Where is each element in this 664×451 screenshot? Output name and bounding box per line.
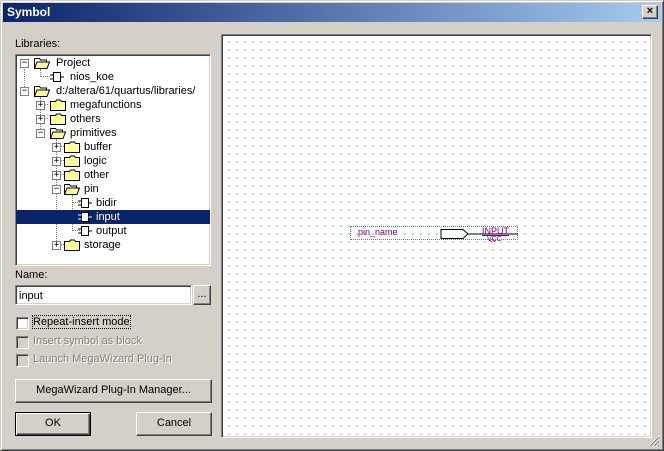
close-icon: × xyxy=(646,5,654,17)
tree-item-nios-koe[interactable]: nios_koe xyxy=(16,70,210,84)
pin-name-label: pin_name xyxy=(358,227,398,237)
tree-item-label: other xyxy=(84,169,110,181)
repeat-insert-label[interactable]: Repeat-insert mode xyxy=(32,315,131,329)
expand-icon[interactable]: + xyxy=(36,115,45,124)
tree-item-label: d:/altera/61/quartus/libraries/ xyxy=(56,85,196,97)
resize-grip-icon[interactable] xyxy=(648,435,660,447)
collapse-icon[interactable]: − xyxy=(36,129,45,138)
insert-block-label: Insert symbol as block xyxy=(33,335,142,347)
browse-button-label: ... xyxy=(197,288,207,300)
tree-item-logic[interactable]: + logic xyxy=(16,154,210,168)
collapse-icon[interactable]: − xyxy=(20,59,29,68)
tree-item-buffer[interactable]: + buffer xyxy=(16,140,210,154)
name-input[interactable] xyxy=(19,288,187,303)
open-folder-icon xyxy=(64,184,80,195)
folder-icon xyxy=(64,141,80,153)
launch-megawizard-label: Launch MegaWizard Plug-In xyxy=(33,353,172,365)
tree-item-bidir[interactable]: bidir xyxy=(16,196,210,210)
symbol-icon xyxy=(50,72,64,82)
browse-button[interactable]: ... xyxy=(193,285,211,305)
open-folder-icon xyxy=(34,86,50,97)
folder-icon xyxy=(50,99,66,111)
insert-block-checkbox[interactable] xyxy=(16,336,29,349)
tree-item-megafunctions[interactable]: + megafunctions xyxy=(16,98,210,112)
symbol-icon xyxy=(78,226,92,236)
collapse-icon[interactable]: − xyxy=(20,87,29,96)
tree-item-label: output xyxy=(96,225,127,237)
tree-item-label: storage xyxy=(84,239,121,251)
expand-icon[interactable]: + xyxy=(52,241,61,250)
libraries-tree[interactable]: − Project nios_koe − d:/altera/61/quartu… xyxy=(15,54,211,266)
cancel-button-label: Cancel xyxy=(156,417,192,429)
open-folder-icon xyxy=(50,128,66,139)
collapse-icon[interactable]: − xyxy=(52,185,61,194)
tree-item-label: others xyxy=(70,113,101,125)
tree-item-project[interactable]: − Project xyxy=(16,56,210,70)
tree-item-label: Project xyxy=(56,57,91,69)
tree-item-label: buffer xyxy=(84,141,112,153)
pin-type-label: INPUT xyxy=(482,226,509,236)
symbol-dialog: Symbol × Libraries: − Project nios_koe −… xyxy=(0,0,664,451)
repeat-insert-checkbox[interactable] xyxy=(16,317,29,330)
tree-item-storage[interactable]: + storage xyxy=(16,238,210,252)
tree-item-others[interactable]: + others xyxy=(16,112,210,126)
tree-item-primitives[interactable]: − primitives xyxy=(16,126,210,140)
tree-item-label: nios_koe xyxy=(70,71,115,83)
open-folder-icon xyxy=(34,58,50,69)
folder-icon xyxy=(64,169,80,181)
folder-icon xyxy=(64,155,80,167)
expand-icon[interactable]: + xyxy=(52,171,61,180)
cancel-button[interactable]: Cancel xyxy=(136,412,212,436)
name-label: Name: xyxy=(15,269,48,281)
symbol-icon xyxy=(78,198,92,208)
pin-vcc-label: VCC xyxy=(487,236,502,243)
tree-item-label: primitives xyxy=(70,127,117,139)
megawizard-button-label: MegaWizard Plug-In Manager... xyxy=(36,384,191,396)
tree-item-label: bidir xyxy=(96,197,117,209)
window-title: Symbol xyxy=(7,5,51,19)
ok-button[interactable]: OK xyxy=(15,412,91,436)
folder-icon xyxy=(64,239,80,251)
tree-item-label: pin xyxy=(84,183,99,195)
folder-icon xyxy=(50,113,66,125)
tree-item-label: input xyxy=(94,210,122,224)
tree-item-pin[interactable]: − pin xyxy=(16,182,210,196)
title-bar[interactable]: Symbol × xyxy=(3,3,661,22)
name-field[interactable] xyxy=(15,285,192,305)
tree-item-input[interactable]: input xyxy=(16,210,210,224)
libraries-label: Libraries: xyxy=(15,38,61,50)
tree-item-library-path[interactable]: − d:/altera/61/quartus/libraries/ xyxy=(16,84,210,98)
tree-item-other[interactable]: + other xyxy=(16,168,210,182)
close-button[interactable]: × xyxy=(642,5,658,19)
tree-item-label: logic xyxy=(84,155,107,167)
tree-item-output[interactable]: output xyxy=(16,224,210,238)
expand-icon[interactable]: + xyxy=(36,101,45,110)
expand-icon[interactable]: + xyxy=(52,143,61,152)
symbol-preview-canvas[interactable]: pin_name INPUT VCC xyxy=(221,34,652,438)
symbol-icon xyxy=(78,212,92,222)
tree-item-label: megafunctions xyxy=(70,99,142,111)
launch-megawizard-checkbox[interactable] xyxy=(16,354,29,367)
ok-button-label: OK xyxy=(45,417,61,429)
megawizard-button[interactable]: MegaWizard Plug-In Manager... xyxy=(15,379,212,403)
expand-icon[interactable]: + xyxy=(52,157,61,166)
